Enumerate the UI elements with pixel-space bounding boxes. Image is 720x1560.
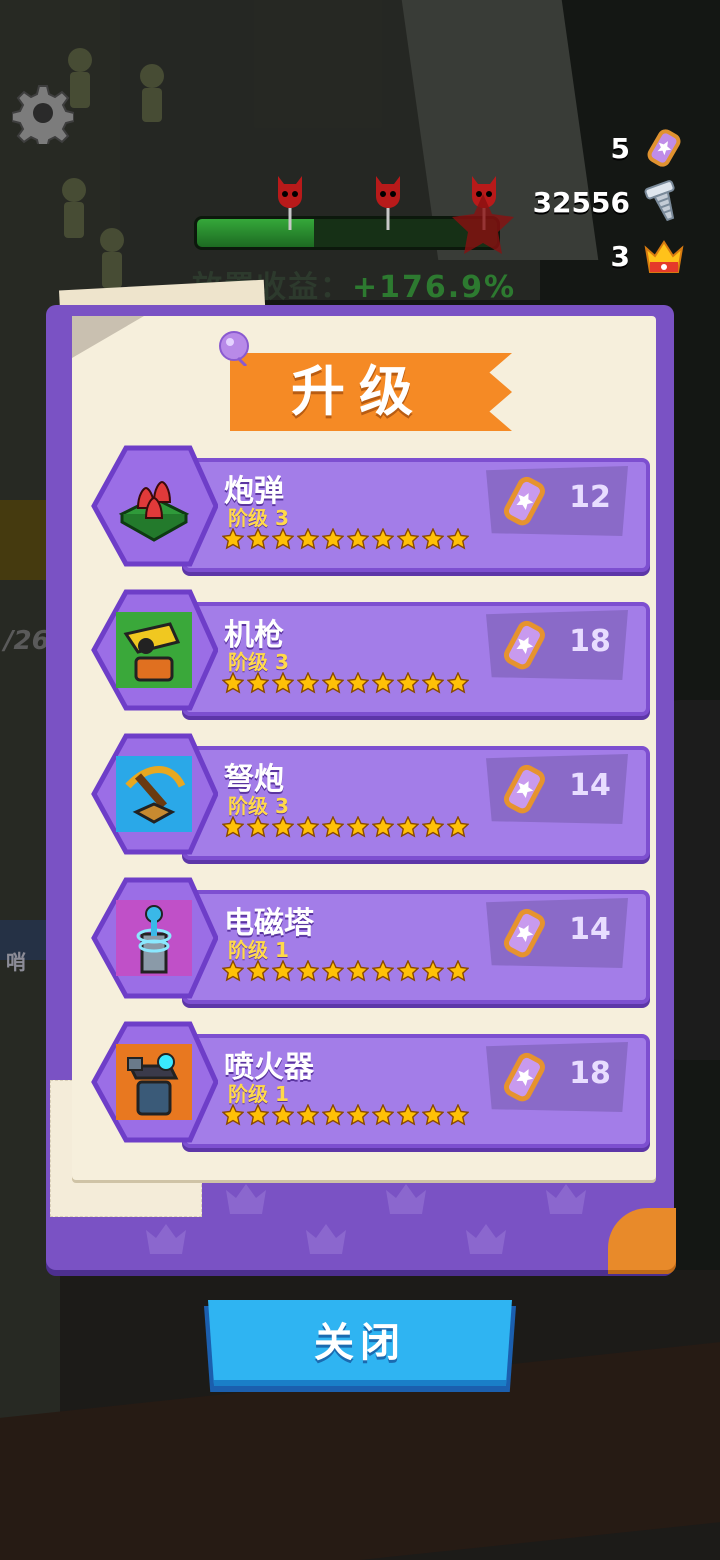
star-icon [447,672,469,694]
star-icon [297,528,319,550]
crossbow-icon [116,756,192,836]
star-icon [422,1104,444,1126]
star-icon [447,1104,469,1126]
upgrade-item-level: 阶级 3 [228,794,289,818]
ticket-can-icon [642,126,686,170]
star-icon [322,528,344,550]
star-icon [347,960,369,982]
star-icon [322,1104,344,1126]
star-icon [297,672,319,694]
star-icon [222,960,244,982]
ticket-can-icon [498,906,550,962]
upgrade-item[interactable]: 机枪 阶级 3 18 [90,588,650,716]
upgrade-item-level: 阶级 1 [228,1082,289,1106]
star-icon [297,816,319,838]
star-icon [372,528,394,550]
boss-wave-star-icon [452,194,514,254]
upgrade-item-stars [222,528,469,550]
tesla-tower-icon [116,900,192,980]
upgrade-item-stars [222,672,469,694]
star-icon [272,528,294,550]
upgrade-price: 12 [569,480,611,515]
star-icon [272,816,294,838]
star-icon [222,816,244,838]
upgrade-item-stars [222,960,469,982]
star-icon [422,960,444,982]
star-icon [322,672,344,694]
star-icon [222,528,244,550]
star-icon [372,816,394,838]
star-icon [422,672,444,694]
close-button-label[interactable]: 关闭 [208,1300,512,1386]
star-icon [447,960,469,982]
offline-income-value: +176.9% [352,270,517,305]
flamethrower-icon [116,1044,192,1124]
star-icon [322,816,344,838]
bolts-value: 32556 [532,185,630,219]
tickets-counter: 5 [611,126,686,170]
tickets-value: 5 [610,131,630,165]
upgrade-item-level: 阶级 3 [228,506,289,530]
ticket-can-icon [498,1050,550,1106]
gatling-icon [116,612,192,692]
star-icon [272,672,294,694]
star-icon [272,1104,294,1126]
ticket-can-icon [498,618,550,674]
star-icon [222,1104,244,1126]
bolts-counter: 32556 [533,180,686,224]
panel-title: 升级 [291,360,427,423]
star-icon [372,672,394,694]
upgrade-price: 14 [569,768,611,803]
star-icon [372,960,394,982]
star-icon [297,960,319,982]
star-icon [247,672,269,694]
star-icon [272,960,294,982]
star-icon [222,672,244,694]
upgrade-item-stars [222,1104,469,1126]
crowns-value: 3 [610,239,630,273]
star-icon [422,528,444,550]
upgrade-price: 14 [569,912,611,947]
star-icon [397,816,419,838]
ticket-can-icon [498,762,550,818]
star-icon [347,816,369,838]
paper-corner-fold [72,316,144,358]
star-icon [397,528,419,550]
star-icon [397,960,419,982]
star-icon [247,816,269,838]
upgrade-item[interactable]: 炮弹 阶级 3 12 [90,444,650,572]
star-icon [247,528,269,550]
star-icon [322,960,344,982]
ticket-can-icon [498,474,550,530]
upgrade-price: 18 [569,1056,611,1091]
bolt-screw-icon [642,180,686,224]
upgrade-item[interactable]: 电磁塔 阶级 1 14 [90,876,650,1004]
star-icon [247,1104,269,1126]
star-icon [247,960,269,982]
star-icon [447,816,469,838]
upgrade-item-level: 阶级 3 [228,650,289,674]
star-icon [347,1104,369,1126]
star-icon [397,672,419,694]
crown-icon [642,234,686,278]
upgrade-item[interactable]: 喷火器 阶级 1 18 [90,1020,650,1148]
demon-wave-marker-icon [376,176,400,230]
star-icon [422,816,444,838]
star-icon [297,1104,319,1126]
mortar-icon [114,466,194,550]
pushpin-icon [219,331,249,366]
upgrade-price: 18 [569,624,611,659]
upgrade-item-stars [222,816,469,838]
star-icon [447,528,469,550]
star-icon [347,672,369,694]
upgrade-item[interactable]: 弩炮 阶级 3 14 [90,732,650,860]
star-icon [397,1104,419,1126]
upgrade-item-level: 阶级 1 [228,938,289,962]
crowns-counter: 3 [611,234,686,278]
star-icon [347,528,369,550]
star-icon [372,1104,394,1126]
settings-gear-icon[interactable] [12,82,74,144]
demon-wave-marker-icon [278,176,302,230]
